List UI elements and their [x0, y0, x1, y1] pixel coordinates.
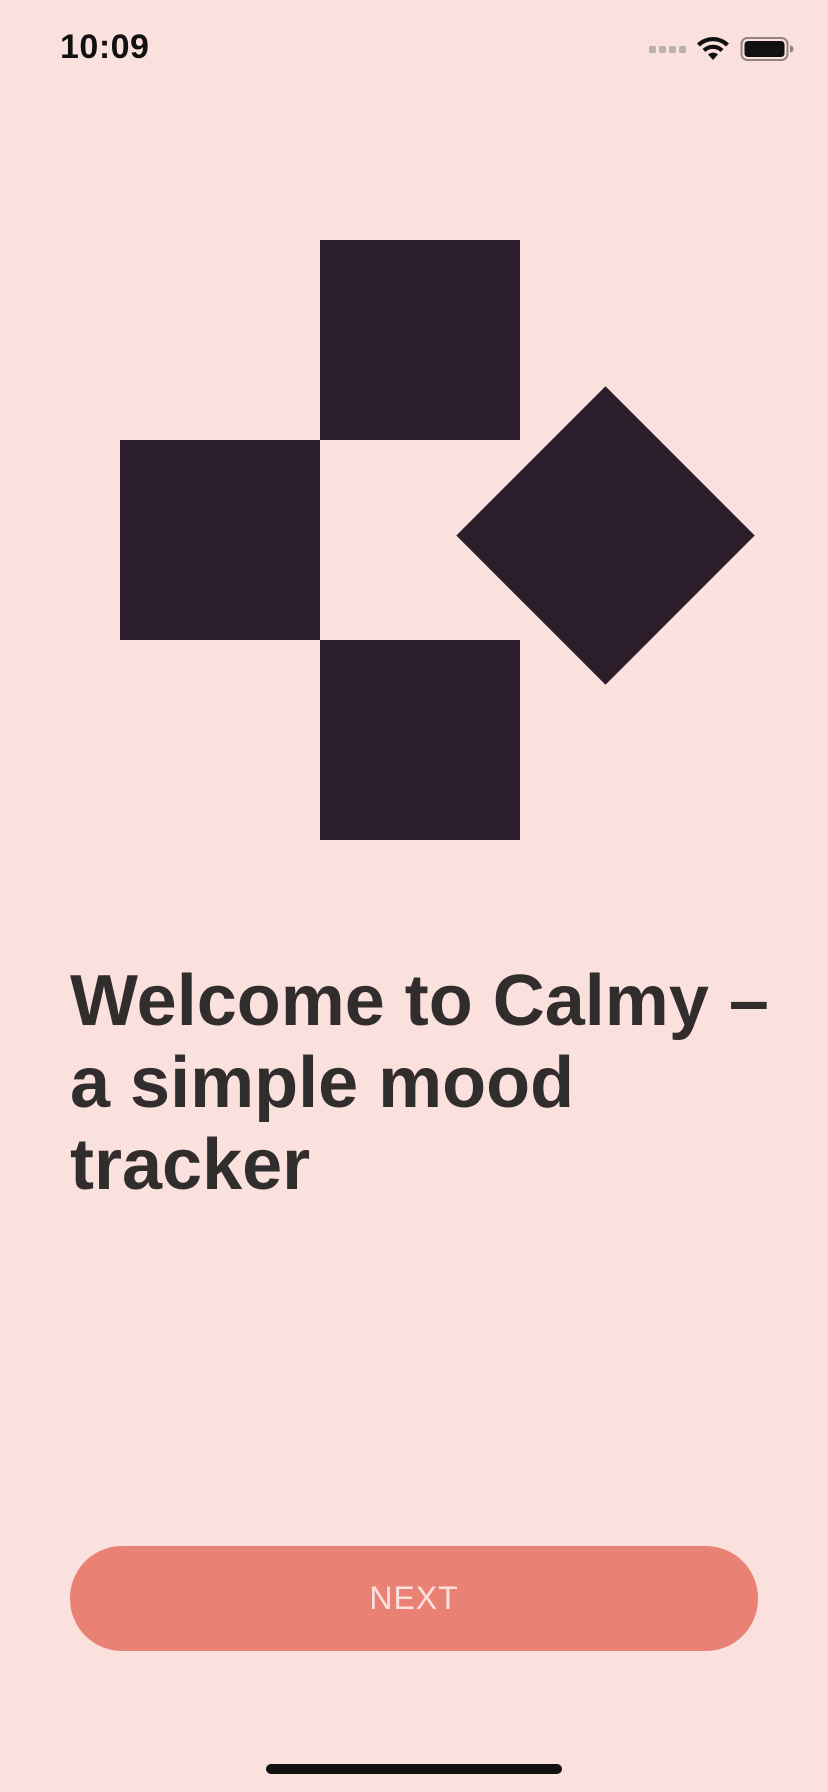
calmy-logo: [0, 0, 828, 900]
home-indicator[interactable]: [266, 1764, 562, 1774]
welcome-headline: Welcome to Calmy – a simple mood tracker: [70, 961, 769, 1205]
logo-square-left: [120, 440, 320, 640]
logo-square-bottom: [320, 640, 520, 840]
next-button[interactable]: NEXT: [70, 1546, 758, 1651]
logo-square-top: [320, 240, 520, 440]
